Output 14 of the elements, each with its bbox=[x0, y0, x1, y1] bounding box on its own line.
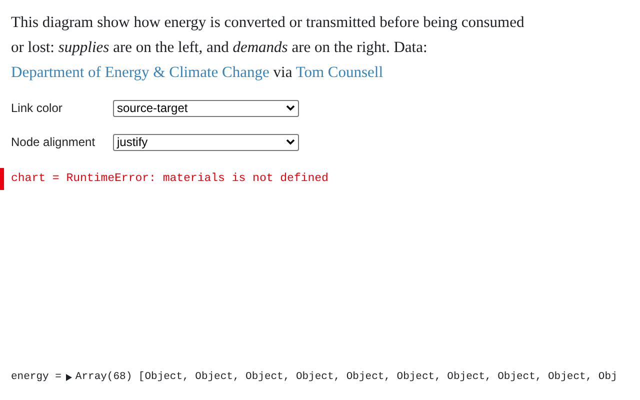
error-marker bbox=[0, 168, 4, 190]
error-message: chart = RuntimeError: materials is not defined bbox=[11, 171, 328, 188]
description-paragraph: This diagram show how energy is converted or transmitted before being consumed or lost: supplies are on the left, and demands are on the right. Data: Department of Energy & Climate Change via Tom Counsell bbox=[11, 13, 526, 83]
array-value[interactable]: Array(68) [Object, Object, Object, Object, Object, Object, Object, Object, Object, Obj bbox=[66, 370, 618, 386]
source-link[interactable]: Tom Counsell bbox=[296, 64, 384, 81]
variable-name: energy = bbox=[11, 370, 62, 385]
source-link[interactable]: Department of Energy & Climate Change bbox=[11, 64, 270, 81]
dropdown-select[interactable]: justify bbox=[113, 134, 299, 150]
control-label: Node alignment bbox=[11, 134, 96, 151]
chevron-down-icon bbox=[286, 105, 295, 111]
dropdown-select[interactable]: source-target bbox=[113, 100, 299, 116]
control-label: Link color bbox=[11, 100, 64, 117]
chevron-down-icon bbox=[286, 139, 295, 145]
caret-right-icon bbox=[66, 374, 72, 382]
